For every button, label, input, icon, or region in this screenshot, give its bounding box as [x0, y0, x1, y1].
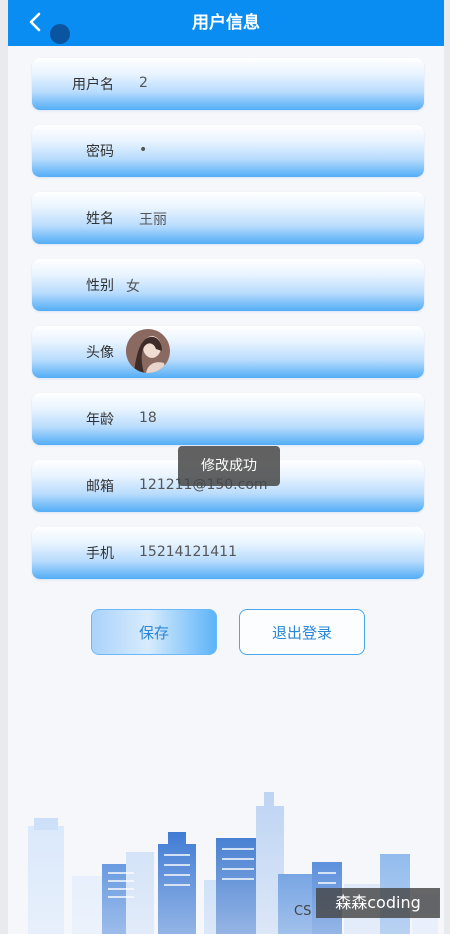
password-value[interactable]: • — [139, 142, 147, 158]
logout-button[interactable]: 退出登录 — [239, 609, 365, 655]
field-name[interactable]: 姓名 王丽 — [32, 192, 424, 244]
username-label: 用户名 — [72, 77, 114, 93]
field-gender[interactable]: 性别 女 — [32, 259, 424, 311]
phone-screen: 用户信息 用户名 2 密码 • 姓名 王丽 性别 女 头像 年龄 18 邮箱 手… — [8, 0, 444, 934]
app-header: 用户信息 — [8, 0, 444, 46]
field-avatar[interactable]: 头像 — [32, 326, 424, 378]
avatar-label: 头像 — [86, 345, 114, 361]
phone-value[interactable]: 15214121411 — [139, 544, 237, 560]
touch-indicator — [50, 24, 70, 44]
name-label: 姓名 — [86, 211, 114, 227]
watermark-prefix: CS — [294, 904, 312, 919]
save-button[interactable]: 保存 — [91, 609, 217, 655]
phone-label: 手机 — [86, 546, 114, 562]
watermark-label: 森森coding — [316, 888, 440, 918]
page-title: 用户信息 — [192, 13, 260, 33]
password-label: 密码 — [86, 144, 114, 160]
gender-value[interactable]: 女 — [126, 276, 140, 296]
email-label: 邮箱 — [86, 479, 114, 495]
field-phone[interactable]: 手机 15214121411 — [32, 527, 424, 579]
username-value[interactable]: 2 — [139, 75, 148, 91]
age-value[interactable]: 18 — [139, 410, 157, 426]
gender-label: 性别 — [86, 278, 114, 294]
field-age[interactable]: 年龄 18 — [32, 393, 424, 445]
name-value[interactable]: 王丽 — [139, 209, 167, 229]
avatar-portrait-icon — [126, 329, 170, 373]
left-margin — [0, 0, 8, 934]
success-toast: 修改成功 — [178, 446, 280, 486]
right-margin — [444, 0, 450, 934]
age-label: 年龄 — [86, 412, 114, 428]
field-password[interactable]: 密码 • — [32, 125, 424, 177]
avatar[interactable] — [126, 329, 170, 373]
field-username[interactable]: 用户名 2 — [32, 58, 424, 110]
